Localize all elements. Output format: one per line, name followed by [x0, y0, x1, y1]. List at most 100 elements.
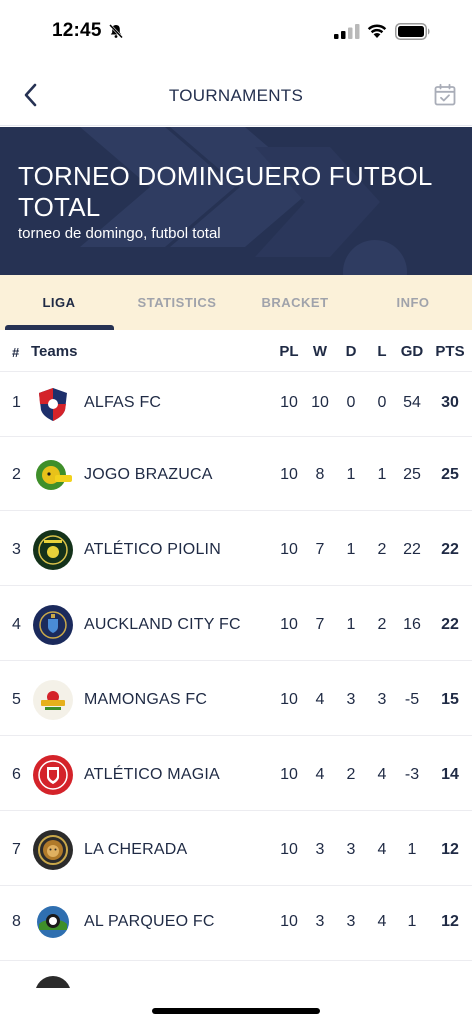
- goal-difference-value: 25: [403, 466, 421, 483]
- points-value: 22: [441, 616, 459, 633]
- goal-difference-value: 1: [407, 841, 417, 858]
- team-logo: [33, 455, 73, 495]
- team-name: ATLÉTICO PIOLIN: [84, 541, 221, 558]
- row-position: 1: [12, 394, 21, 411]
- wins-value: 4: [315, 766, 325, 783]
- wins-value: 7: [315, 541, 325, 558]
- team-logo: [33, 680, 73, 720]
- tournament-title: TORNEO DOMINGUERO FUTBOL TOTAL: [18, 161, 432, 222]
- team-name: JOGO BRAZUCA: [84, 466, 213, 483]
- team-logo: [33, 384, 73, 424]
- wins-value: 10: [311, 394, 329, 411]
- standings-header: # Teams PL W D L GD PTS: [0, 330, 472, 372]
- played-value: 10: [280, 841, 298, 858]
- wins-value: 4: [315, 691, 325, 708]
- played-value: 10: [280, 394, 298, 411]
- header-position: #: [12, 345, 20, 360]
- wins-value: 3: [315, 841, 325, 858]
- losses-value: 0: [377, 394, 387, 411]
- table-row[interactable]: 1 ALFAS FC 10 10 0 0 54 30: [0, 372, 472, 437]
- header-goal-difference: GD: [400, 343, 424, 360]
- points-value: 25: [441, 466, 459, 483]
- table-row[interactable]: 7 LA CHERADA 10 3 3 4 1 12: [0, 812, 472, 886]
- points-value: 12: [441, 841, 459, 858]
- table-row[interactable]: 6 ATLÉTICO MAGIA 10 4 2 4 -3 14: [0, 737, 472, 811]
- row-position: 6: [12, 766, 21, 783]
- points-value: 14: [441, 766, 459, 783]
- tab-bracket[interactable]: BRACKET: [236, 275, 354, 330]
- row-position: 2: [12, 466, 21, 483]
- next-row-logo: [35, 976, 71, 988]
- tab-statistics[interactable]: STATISTICS: [118, 275, 236, 330]
- header-losses: L: [377, 343, 387, 360]
- team-crest-icon: [38, 535, 68, 565]
- goal-difference-value: 54: [403, 394, 421, 411]
- lion-crest-icon: [36, 460, 72, 490]
- signal-icon: [334, 24, 360, 39]
- table-row[interactable]: 3 ATLÉTICO PIOLIN 10 7 1 2 22 22: [0, 512, 472, 586]
- team-crest-icon: [37, 906, 69, 938]
- table-row[interactable]: 8 AL PARQUEO FC 10 3 3 4 1 12: [0, 887, 472, 961]
- team-crest-icon: [39, 611, 67, 639]
- team-name: ALFAS FC: [84, 394, 162, 411]
- points-value: 30: [441, 394, 459, 411]
- played-value: 10: [280, 913, 298, 930]
- home-indicator[interactable]: [152, 1008, 320, 1014]
- page-title: TOURNAMENTS: [168, 86, 304, 105]
- row-position: 3: [12, 541, 21, 558]
- losses-value: 4: [377, 766, 387, 783]
- draws-value: 3: [346, 691, 356, 708]
- table-row[interactable]: 4 AUCKLAND CITY FC 10 7 1 2 16 22: [0, 587, 472, 661]
- goal-difference-value: 16: [403, 616, 421, 633]
- goal-difference-value: -3: [404, 766, 420, 783]
- losses-value: 1: [377, 466, 387, 483]
- bell-muted-icon: [109, 24, 123, 39]
- draws-value: 2: [346, 766, 356, 783]
- status-bar: 12:45: [0, 0, 472, 62]
- draws-value: 1: [346, 616, 356, 633]
- draws-value: 0: [346, 394, 356, 411]
- points-value: 12: [441, 913, 459, 930]
- team-logo: [33, 830, 73, 870]
- nav-bar: TOURNAMENTS: [0, 62, 472, 126]
- losses-value: 3: [377, 691, 387, 708]
- header-draws: D: [345, 343, 357, 360]
- header-played: PL: [279, 343, 299, 360]
- row-position: 5: [12, 691, 21, 708]
- draws-value: 1: [346, 541, 356, 558]
- team-name: AL PARQUEO FC: [84, 913, 215, 930]
- header-teams: Teams: [31, 343, 78, 360]
- played-value: 10: [280, 541, 298, 558]
- header-points: PTS: [435, 343, 465, 360]
- played-value: 10: [280, 691, 298, 708]
- draws-value: 3: [346, 913, 356, 930]
- tab-liga[interactable]: LIGA: [0, 275, 118, 330]
- wins-value: 3: [315, 913, 325, 930]
- team-logo: [33, 755, 73, 795]
- losses-value: 2: [377, 541, 387, 558]
- team-crest-icon: [41, 691, 65, 710]
- points-value: 22: [441, 541, 459, 558]
- draws-value: 1: [346, 466, 356, 483]
- team-crest-icon: [38, 760, 68, 790]
- row-position: 4: [12, 616, 21, 633]
- team-name: LA CHERADA: [84, 841, 188, 858]
- table-row[interactable]: 5 MAMONGAS FC 10 4 3 3 -5 15: [0, 662, 472, 736]
- team-logo: [33, 605, 73, 645]
- battery-icon: [395, 23, 430, 40]
- goal-difference-value: 22: [403, 541, 421, 558]
- row-position: 7: [12, 841, 21, 858]
- tab-info[interactable]: INFO: [354, 275, 472, 330]
- draws-value: 3: [346, 841, 356, 858]
- calendar-button[interactable]: [430, 80, 460, 110]
- team-name: AUCKLAND CITY FC: [84, 616, 241, 633]
- wifi-icon: [367, 24, 387, 38]
- team-crest-icon: [39, 388, 67, 421]
- table-row[interactable]: 2 JOGO BRAZUCA 10 8 1 1 25 25: [0, 437, 472, 511]
- tournament-subtitle: torneo de domingo, futbol total: [18, 225, 221, 242]
- status-time: 12:45: [52, 20, 102, 41]
- losses-value: 4: [377, 913, 387, 930]
- played-value: 10: [280, 766, 298, 783]
- goal-difference-value: 1: [407, 913, 417, 930]
- wins-value: 8: [315, 466, 325, 483]
